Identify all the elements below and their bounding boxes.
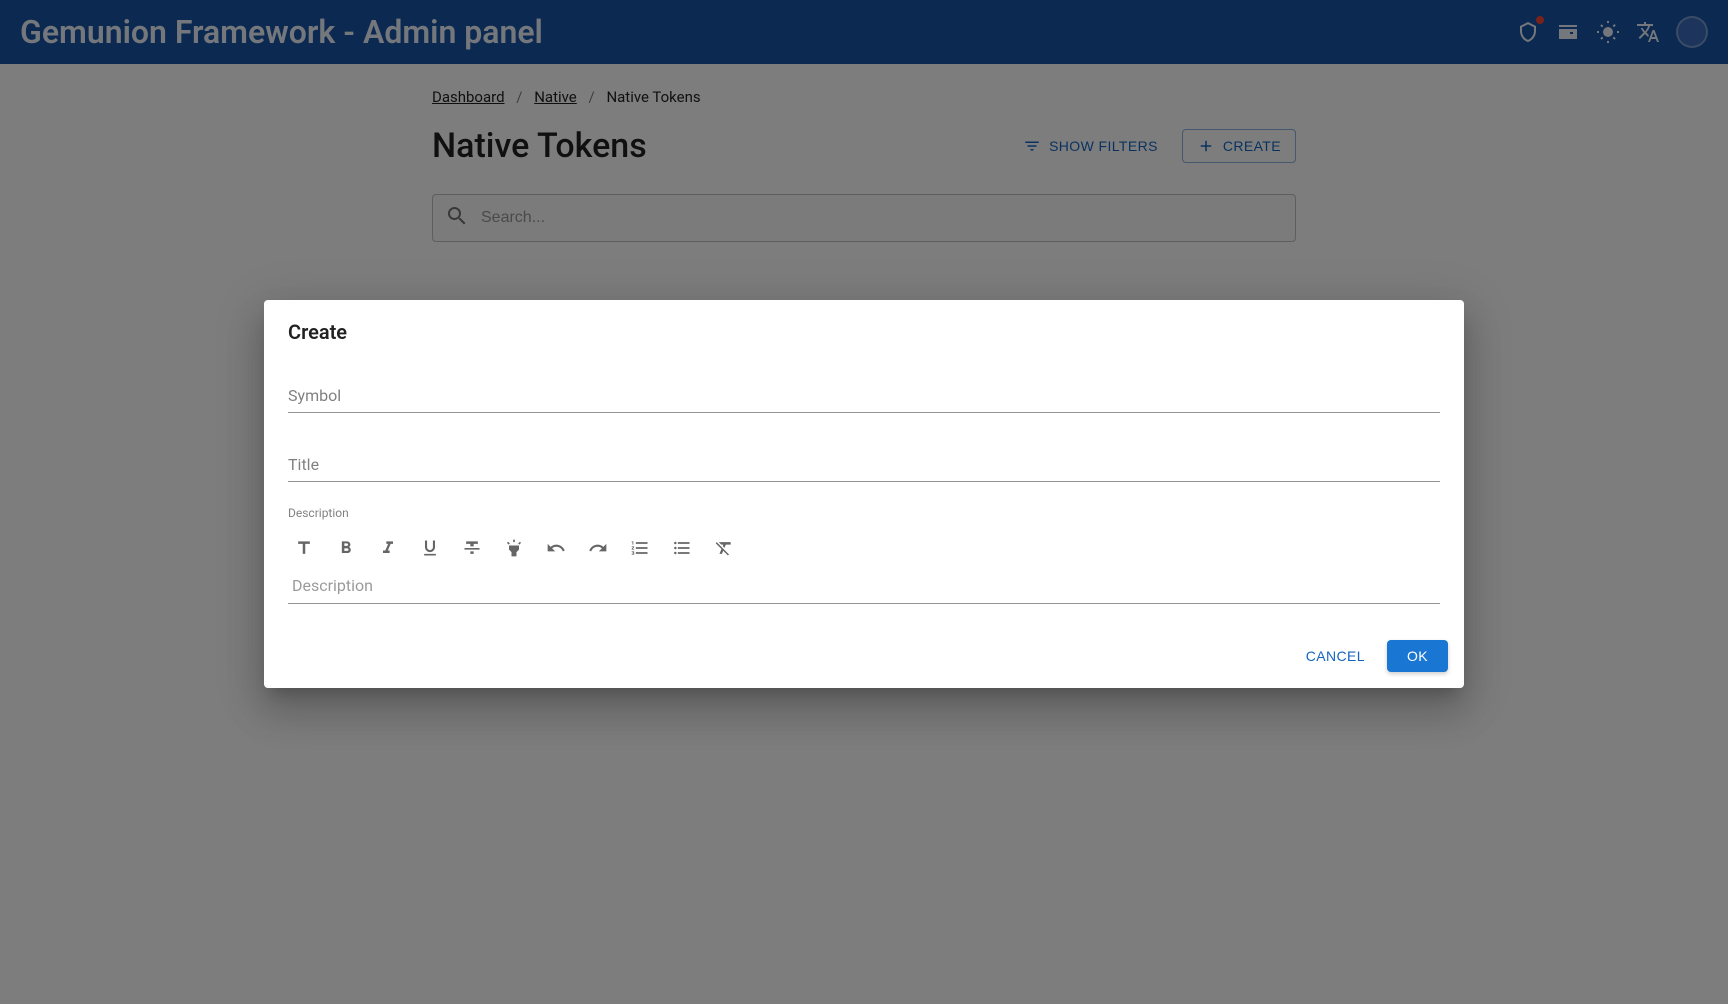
- dialog-content: Symbol Title Description: [264, 360, 1464, 628]
- editor-strikethrough-button[interactable]: [458, 534, 486, 562]
- ok-button[interactable]: OK: [1387, 640, 1448, 672]
- editor-unordered-list-button[interactable]: [668, 534, 696, 562]
- editor-redo-button[interactable]: [584, 534, 612, 562]
- dialog-title: Create: [264, 300, 1464, 360]
- editor-toolbar: [288, 528, 1440, 568]
- dialog-actions: Cancel OK: [264, 628, 1464, 688]
- editor-italic-button[interactable]: [374, 534, 402, 562]
- editor-ordered-list-button[interactable]: [626, 534, 654, 562]
- editor-highlight-button[interactable]: [500, 534, 528, 562]
- title-input[interactable]: [288, 437, 1440, 482]
- symbol-input[interactable]: [288, 368, 1440, 413]
- editor-bold-button[interactable]: [332, 534, 360, 562]
- title-field: Title: [288, 437, 1440, 482]
- create-dialog: Create Symbol Title Description: [264, 300, 1464, 688]
- editor-text-format-button[interactable]: [290, 534, 318, 562]
- cancel-button[interactable]: Cancel: [1292, 640, 1379, 672]
- editor-clear-format-button[interactable]: [710, 534, 738, 562]
- description-editor[interactable]: Description: [288, 568, 1440, 604]
- editor-underline-button[interactable]: [416, 534, 444, 562]
- description-label: Description: [288, 506, 1440, 520]
- editor-undo-button[interactable]: [542, 534, 570, 562]
- symbol-field: Symbol: [288, 368, 1440, 413]
